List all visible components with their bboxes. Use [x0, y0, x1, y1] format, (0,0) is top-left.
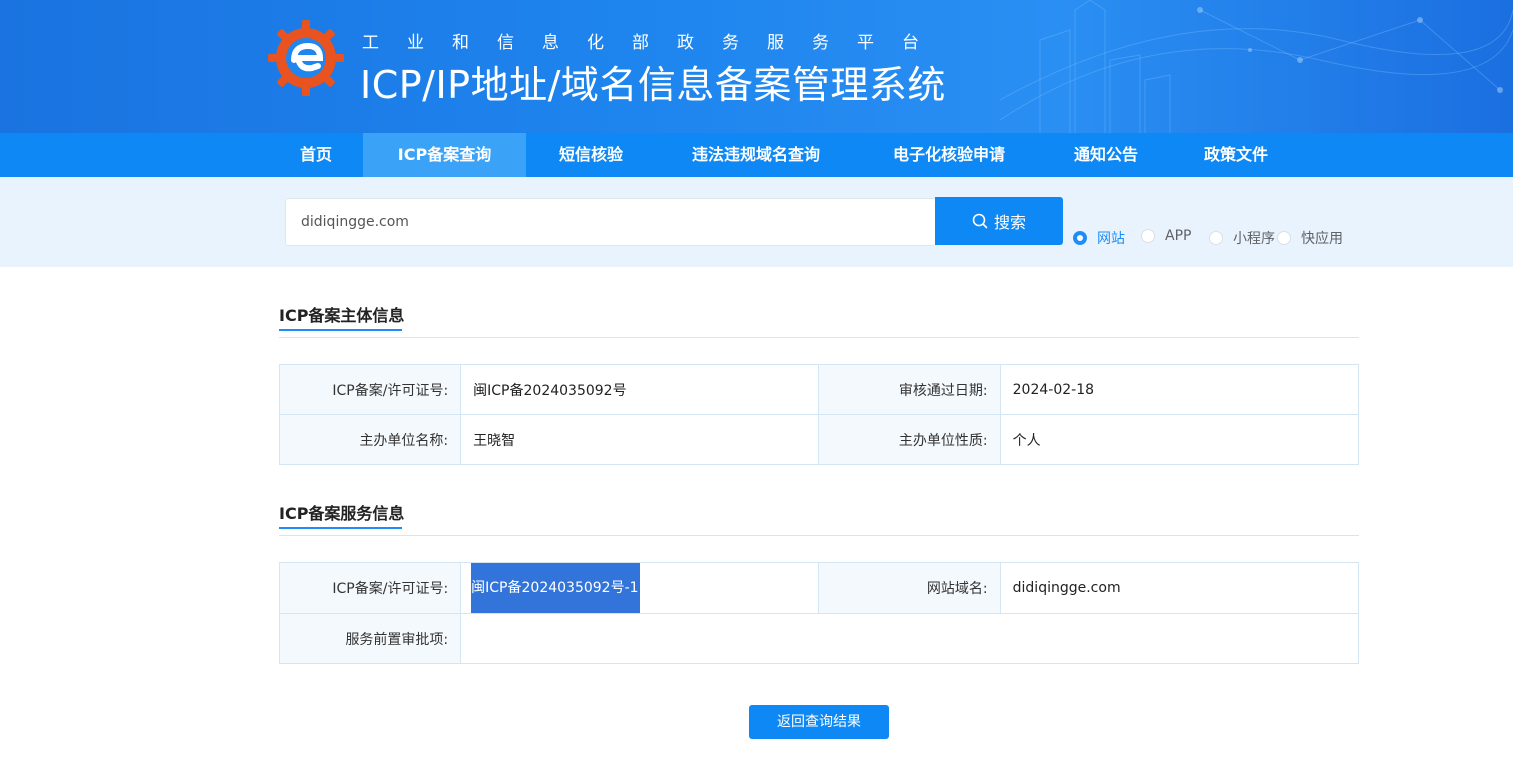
pre-approval-label: 服务前置审批项: [278, 613, 462, 664]
nav-item-policy-docs[interactable]: 政策文件 [1180, 133, 1292, 177]
main-nav: 首页 ICP备案查询 短信核验 违法违规域名查询 电子化核验申请 通知公告 政策… [0, 133, 1513, 177]
nav-item-home[interactable]: 首页 [279, 133, 353, 177]
search-area: 搜索 网站 APP 小程序 快应用 [0, 177, 1513, 267]
radio-dot-icon [1141, 229, 1155, 243]
radio-dot-icon [1209, 231, 1223, 245]
heading-underline [279, 527, 402, 529]
system-title: ICP/IP地址/域名信息备案管理系统 [360, 63, 946, 107]
city-skyline-decoration [1000, 0, 1513, 133]
radio-mini-program[interactable]: 小程序 [1209, 228, 1275, 248]
radio-website[interactable]: 网站 [1073, 228, 1125, 248]
subject-info-heading: ICP备案主体信息 [279, 302, 405, 331]
org-name-label: 主办单位名称: [278, 414, 462, 465]
radio-dot-icon [1277, 231, 1291, 245]
nav-item-illegal-domain[interactable]: 违法违规域名查询 [664, 133, 848, 177]
search-button[interactable]: 搜索 [935, 197, 1063, 245]
service-license-value[interactable]: 闽ICP备2024035092号-1 [471, 563, 640, 613]
radio-label: 小程序 [1233, 231, 1275, 247]
miit-logo-icon [268, 20, 344, 96]
domain-value: didiqingge.com [999, 562, 1360, 614]
service-info-table: ICP备案/许可证号: 闽ICP备2024035092号-1 网站域名: did… [278, 562, 1360, 664]
pre-approval-value [460, 613, 1359, 664]
radio-app[interactable]: APP [1141, 228, 1191, 244]
back-to-results-button[interactable]: 返回查询结果 [749, 705, 889, 739]
service-license-label: ICP备案/许可证号: [278, 562, 462, 614]
service-license-cell: 闽ICP备2024035092号-1 [460, 562, 820, 614]
nav-item-icp-query[interactable]: ICP备案查询 [363, 133, 526, 177]
table-row: ICP备案/许可证号: 闽ICP备2024035092号 审核通过日期: 202… [278, 364, 1360, 415]
search-input[interactable] [285, 198, 937, 246]
org-type-label: 主办单位性质: [818, 414, 1001, 465]
radio-dot-icon [1073, 231, 1087, 245]
subject-info-title: ICP备案主体信息 [279, 306, 405, 325]
license-label: ICP备案/许可证号: [278, 364, 462, 415]
table-row: 主办单位名称: 王晓智 主办单位性质: 个人 [278, 414, 1360, 465]
platform-subtitle: 工业和信息化部政务服务平台 [362, 33, 947, 53]
approve-date-label: 审核通过日期: [818, 364, 1001, 415]
radio-quick-app[interactable]: 快应用 [1277, 228, 1343, 248]
header-banner: 工业和信息化部政务服务平台 ICP/IP地址/域名信息备案管理系统 [0, 0, 1513, 133]
search-button-label: 搜索 [993, 213, 1026, 232]
section-divider [279, 535, 1359, 536]
service-info-title: ICP备案服务信息 [279, 504, 405, 523]
section-divider [279, 337, 1359, 338]
domain-label: 网站域名: [818, 562, 1001, 614]
org-type-value: 个人 [999, 414, 1360, 465]
nav-item-notices[interactable]: 通知公告 [1050, 133, 1162, 177]
nav-item-e-verify-apply[interactable]: 电子化核验申请 [866, 133, 1032, 177]
table-row: ICP备案/许可证号: 闽ICP备2024035092号-1 网站域名: did… [278, 562, 1360, 614]
radio-label: APP [1165, 228, 1192, 244]
org-name-value: 王晓智 [460, 414, 820, 465]
radio-label: 网站 [1097, 231, 1125, 247]
service-info-heading: ICP备案服务信息 [279, 500, 405, 529]
license-value: 闽ICP备2024035092号 [460, 364, 820, 415]
subject-info-table: ICP备案/许可证号: 闽ICP备2024035092号 审核通过日期: 202… [278, 364, 1360, 465]
radio-label: 快应用 [1301, 231, 1343, 247]
approve-date-value: 2024-02-18 [999, 364, 1360, 415]
heading-underline [279, 329, 402, 331]
table-row: 服务前置审批项: [278, 613, 1359, 664]
nav-item-sms-verify[interactable]: 短信核验 [536, 133, 646, 177]
search-icon [972, 213, 988, 229]
